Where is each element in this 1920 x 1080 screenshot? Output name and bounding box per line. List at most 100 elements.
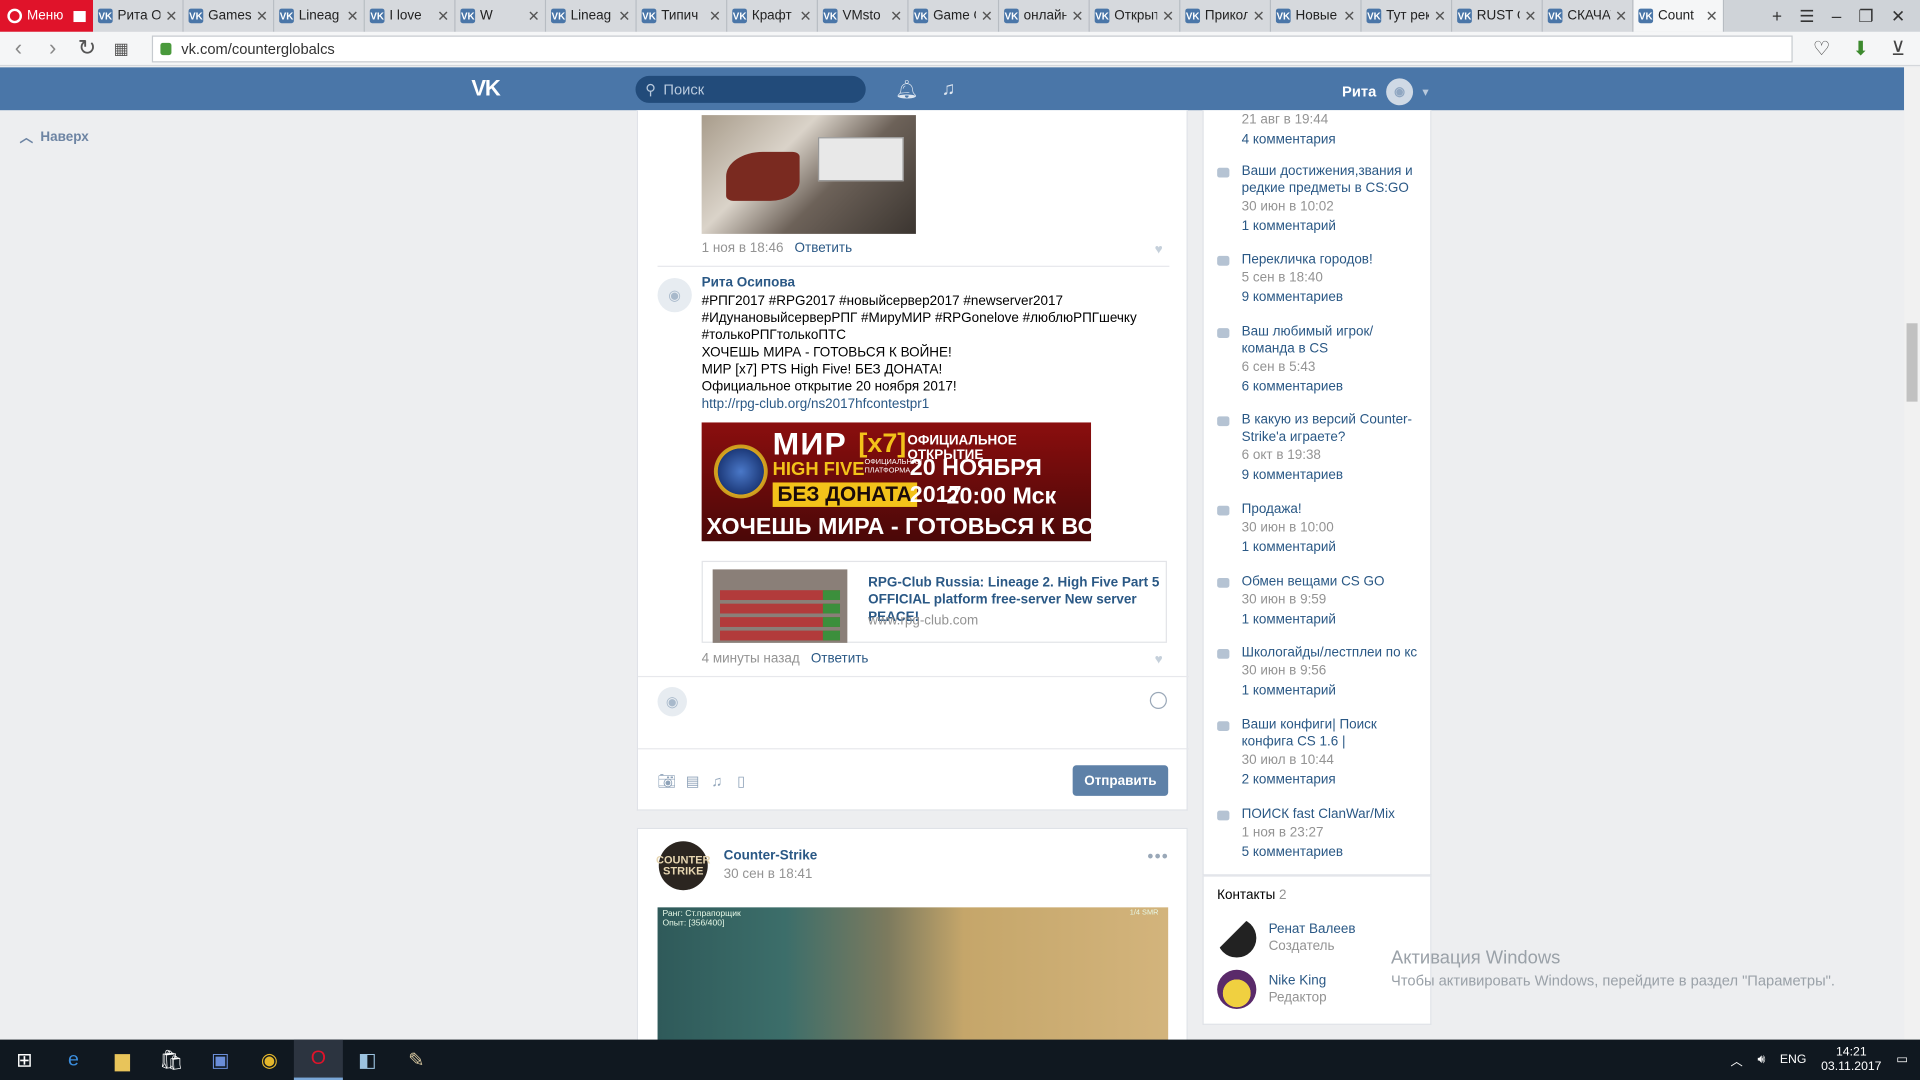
maximize-icon[interactable]: ❐	[1858, 6, 1873, 27]
back-arrow-icon[interactable]: ‹	[7, 36, 29, 62]
topic-item[interactable]: Ваши конфиги| Поиск конфига CS 1.6 | 30 и…	[1242, 716, 1426, 788]
browser-tab[interactable]: VKНовые се✕	[1271, 0, 1362, 32]
browser-tab[interactable]: VKСКАЧАТЬ ✕	[1542, 0, 1634, 32]
close-tab-icon[interactable]: ✕	[1434, 7, 1446, 24]
tray-chevron-up-icon[interactable]: ︿	[1731, 1051, 1743, 1069]
browser-tab[interactable]: VK Типич ✕	[636, 0, 728, 32]
close-tab-icon[interactable]: ✕	[890, 7, 902, 24]
topic-item-partial[interactable]: 21 авг в 19:44 4 комментария	[1242, 110, 1426, 148]
topic-item[interactable]: Ваши достижения,звания и редкие предметы…	[1242, 163, 1426, 235]
topic-count[interactable]: 2 комментария	[1242, 771, 1426, 788]
topic-count[interactable]: 4 комментария	[1242, 131, 1426, 148]
comment-author[interactable]: Рита Осипова	[702, 276, 795, 291]
contacts-header[interactable]: Контакты 2	[1217, 888, 1286, 903]
close-tab-icon[interactable]: ✕	[618, 7, 630, 24]
browser-tab[interactable]: VKОткрытия ✕	[1089, 0, 1181, 32]
url-field[interactable]: vk.com/counterglobalcs	[151, 34, 1793, 62]
paint-icon[interactable]: ✎	[392, 1040, 441, 1080]
browser-tab[interactable]: VK Lineag ✕	[274, 0, 365, 32]
topic-title[interactable]: ПОИСК fast ClanWar/Mix	[1242, 806, 1426, 823]
post-date[interactable]: 30 сен в 18:41	[724, 867, 813, 882]
minimize-icon[interactable]: –	[1832, 6, 1842, 26]
edge-icon[interactable]: e	[49, 1040, 98, 1080]
opera-icon[interactable]: O	[293, 1039, 343, 1080]
topic-item[interactable]: Перекличка городов! 5 сен в 18:40 9 коммен…	[1242, 251, 1426, 306]
comment-link[interactable]: http://rpg-club.org/ns2017hfcontestpr1	[702, 396, 1143, 413]
close-tab-icon[interactable]: ✕	[1706, 7, 1718, 24]
topic-item[interactable]: В какую из версий Counter-Strike'а играе…	[1242, 411, 1426, 483]
browser-tab[interactable]: VK Count ✕	[1633, 0, 1725, 32]
reply-link[interactable]: Ответить	[811, 651, 869, 666]
tab-menu-icon[interactable]: ☰	[1799, 6, 1814, 27]
post-more-icon[interactable]: •••	[1147, 846, 1169, 866]
close-window-icon[interactable]: ✕	[1891, 6, 1905, 27]
close-tab-icon[interactable]: ✕	[165, 7, 177, 24]
browser-tab[interactable]: VK W ✕	[455, 0, 547, 32]
close-tab-icon[interactable]: ✕	[981, 7, 993, 24]
vk-logo[interactable]: VK	[471, 76, 500, 102]
forward-arrow-icon[interactable]: ›	[42, 36, 64, 62]
opera-menu-button[interactable]: Меню	[0, 0, 94, 32]
app-icon[interactable]: ◧	[343, 1040, 392, 1080]
browser-tab[interactable]: VK I love ✕	[364, 0, 456, 32]
notifications-bell-icon[interactable]: 🔔︎	[895, 78, 918, 101]
topic-count[interactable]: 9 комментариев	[1242, 289, 1426, 306]
browser-tab[interactable]: VKRUST Сер✕	[1452, 0, 1543, 32]
topic-title[interactable]: Продажа!	[1242, 501, 1426, 518]
topic-title[interactable]: Ваши конфиги| Поиск конфига CS 1.6 |	[1242, 716, 1426, 750]
volume-icon[interactable]: 🔊︎	[1757, 1053, 1765, 1066]
scrollbar-thumb[interactable]	[1906, 323, 1918, 402]
store-icon[interactable]: 🛍︎	[147, 1040, 196, 1080]
close-tab-icon[interactable]: ✕	[1615, 7, 1627, 24]
browser-tab[interactable]: VK Lineag ✕	[546, 0, 637, 32]
close-tab-icon[interactable]: ✕	[528, 7, 540, 24]
topic-item[interactable]: Продажа! 30 июн в 10:00 1 комментарий	[1242, 501, 1426, 556]
link-preview-card[interactable]: RPG-Club Russia: Lineage 2. High Five Pa…	[701, 560, 1167, 643]
topic-item[interactable]: Школогайды/лестплеи по кс 30 июн в 9:56 1 …	[1242, 644, 1426, 699]
close-tab-icon[interactable]: ✕	[1071, 7, 1083, 24]
file-explorer-icon[interactable]: ▆	[98, 1040, 147, 1080]
music-icon[interactable]: ♫	[942, 78, 956, 99]
contact-item[interactable]: Nike King Редактор	[1217, 969, 1327, 1009]
post-image[interactable]: Ранг: Ст.прапорщик Опыт: [356/400] 1/4 S…	[657, 907, 1169, 1041]
download-icon[interactable]: ⊻	[1891, 36, 1905, 60]
close-tab-icon[interactable]: ✕	[1343, 7, 1355, 24]
browser-tab[interactable]: VK Крафт ✕	[727, 0, 818, 32]
community-avatar[interactable]: COUNTER STRIKE	[656, 841, 711, 891]
close-tab-icon[interactable]: ✕	[346, 7, 358, 24]
notifications-icon[interactable]: ▭	[1896, 1053, 1908, 1066]
topic-item[interactable]: Обмен вещами CS GO 30 июн в 9:59 1 коммент…	[1242, 573, 1426, 628]
browser-tab[interactable]: VK Рита О ✕	[93, 0, 184, 32]
close-tab-icon[interactable]: ✕	[1253, 7, 1265, 24]
close-tab-icon[interactable]: ✕	[709, 7, 721, 24]
contact-item[interactable]: Ренат Валеев Создатель	[1217, 918, 1355, 958]
topic-count[interactable]: 1 комментарий	[1242, 218, 1426, 235]
browser-tab[interactable]: VKонлайн и✕	[999, 0, 1090, 32]
close-tab-icon[interactable]: ✕	[256, 7, 268, 24]
topic-title[interactable]: Перекличка городов!	[1242, 251, 1426, 268]
close-tab-icon[interactable]: ✕	[800, 7, 812, 24]
attach-photo-icon[interactable]: 📷︎	[658, 773, 677, 790]
browser-tab[interactable]: VK VMsto ✕	[817, 0, 909, 32]
commenter-avatar[interactable]: ◉	[657, 277, 692, 313]
clock[interactable]: 14:21 03.11.2017	[1821, 1045, 1881, 1074]
save-disk-icon[interactable]: ▣	[196, 1040, 245, 1080]
user-menu[interactable]: Рита ◉ ▾	[1342, 78, 1428, 106]
vk-search-input[interactable]: ⚲ Поиск	[635, 75, 866, 103]
heart-icon[interactable]: ♡	[1813, 36, 1831, 60]
reply-textarea[interactable]	[697, 684, 1138, 733]
back-to-top-button[interactable]: ︿ Наверх	[20, 127, 89, 147]
server-banner-image[interactable]: МИР [x7] HIGH FIVE ОФИЦИАЛЬНАЯ ПЛАТФОРМА…	[701, 422, 1092, 542]
topic-title[interactable]: Ваш любимый игрок/ команда в CS	[1242, 323, 1426, 357]
topic-title[interactable]: Школогайды/лестплеи по кс	[1242, 644, 1426, 661]
topic-count[interactable]: 1 комментарий	[1242, 611, 1426, 628]
post-author[interactable]: Counter-Strike	[724, 849, 818, 864]
reload-icon[interactable]: ↻	[76, 36, 98, 62]
attach-audio-icon[interactable]: ♫	[711, 773, 722, 790]
start-windows-icon[interactable]: ⊞	[0, 1040, 49, 1080]
close-tab-icon[interactable]: ✕	[437, 7, 449, 24]
topic-item[interactable]: Ваш любимый игрок/ команда в CS 6 сен в 5…	[1242, 323, 1426, 395]
browser-tab[interactable]: VK Games ✕	[183, 0, 275, 32]
reply-link[interactable]: Ответить	[795, 241, 853, 256]
topic-count[interactable]: 1 комментарий	[1242, 539, 1426, 556]
